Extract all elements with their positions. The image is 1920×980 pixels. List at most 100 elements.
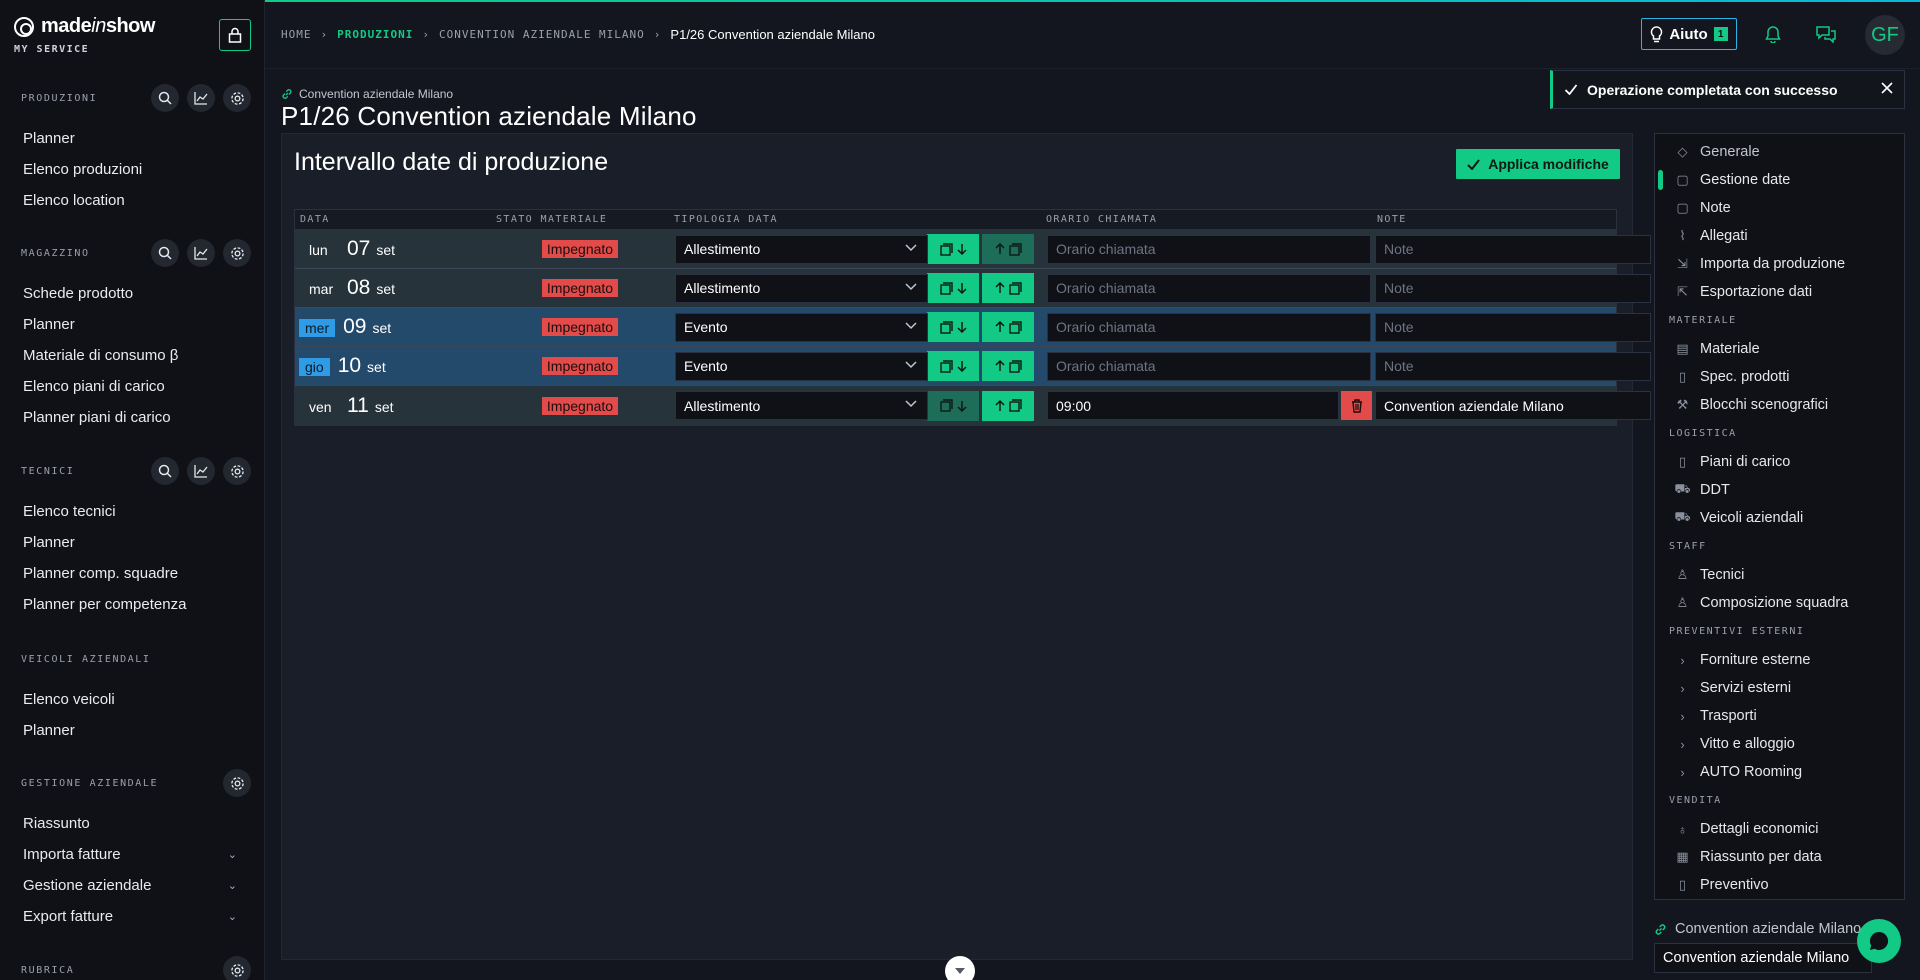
tipologia-select[interactable]: Allestimento	[675, 234, 928, 264]
nav-section-vendita: VENDITA	[1669, 795, 1722, 806]
note-input[interactable]: Note	[1375, 234, 1651, 264]
section-title: MAGAZZINO	[21, 247, 90, 259]
copy-down-button[interactable]	[927, 273, 979, 303]
nav-ddt[interactable]: ⛟ DDT	[1655, 476, 1904, 504]
nav-preventivo[interactable]: ▯ Preventivo	[1655, 871, 1904, 899]
apply-changes-button[interactable]: Applica modifiche	[1456, 149, 1620, 179]
nav-note[interactable]: ▢ Note	[1655, 194, 1904, 222]
nav-materiale[interactable]: ▤ Materiale	[1655, 335, 1904, 363]
close-icon[interactable]	[1880, 81, 1894, 95]
copy-up-button[interactable]	[982, 312, 1034, 342]
copy-down-button[interactable]	[927, 312, 979, 342]
sidebar-item-elenco-produzioni[interactable]: Elenco produzioni	[0, 154, 264, 185]
help-button[interactable]: Aiuto 1	[1641, 18, 1737, 50]
note-input[interactable]: Note	[1375, 273, 1651, 303]
note-input[interactable]: Note	[1375, 312, 1651, 342]
settings-button[interactable]	[223, 769, 251, 797]
sidebar-item-planner[interactable]: Planner	[0, 123, 264, 154]
sidebar-item-planner[interactable]: Planner	[0, 527, 264, 558]
stats-button[interactable]	[187, 84, 215, 112]
sidebar-item-importa-fatture[interactable]: Importa fatture ⌄	[0, 839, 264, 870]
breadcrumb-convention[interactable]: CONVENTION AZIENDALE MILANO	[439, 28, 645, 41]
sidebar-item-schede-prodotto[interactable]: Schede prodotto	[0, 278, 264, 309]
sidebar-item-materiale-consumo[interactable]: Materiale di consumo β	[0, 340, 264, 371]
nav-allegati[interactable]: ⌇ Allegati	[1655, 222, 1904, 250]
production-selector[interactable]: Convention aziendale Milano	[1654, 943, 1872, 973]
note-input[interactable]: Convention aziendale Milano	[1375, 391, 1651, 420]
copy-up-button[interactable]	[982, 273, 1034, 303]
tipologia-select[interactable]: Evento	[675, 351, 928, 381]
copy-icon	[1008, 359, 1022, 373]
copy-up-button[interactable]	[982, 351, 1034, 381]
orario-input[interactable]: Orario chiamata	[1047, 351, 1371, 381]
avatar[interactable]: GF	[1865, 15, 1905, 55]
settings-button[interactable]	[223, 956, 251, 980]
nav-vitto[interactable]: › Vitto e alloggio	[1655, 730, 1904, 758]
tipologia-select[interactable]: Allestimento	[675, 273, 928, 303]
nav-blocchi[interactable]: ⚒ Blocchi scenografici	[1655, 391, 1904, 419]
users-icon: ♙	[1676, 595, 1689, 610]
settings-button[interactable]	[223, 239, 251, 267]
orario-input[interactable]: Orario chiamata	[1047, 234, 1371, 264]
copy-down-button[interactable]	[927, 351, 979, 381]
copy-down-button[interactable]	[927, 234, 979, 264]
sidebar-item-planner-squadre[interactable]: Planner comp. squadre	[0, 558, 264, 589]
nav-gestione-date[interactable]: ▢ Gestione date	[1655, 166, 1904, 194]
note-input[interactable]: Note	[1375, 351, 1651, 381]
nav-forniture[interactable]: › Forniture esterne	[1655, 646, 1904, 674]
messages-button[interactable]	[1814, 22, 1838, 46]
nav-spec-prodotti[interactable]: ▯ Spec. prodotti	[1655, 363, 1904, 391]
nav-riassunto-data[interactable]: ▦ Riassunto per data	[1655, 843, 1904, 871]
sidebar-item-planner[interactable]: Planner	[0, 715, 264, 746]
chevron-down-icon	[905, 243, 917, 251]
tipologia-select[interactable]: Allestimento	[675, 391, 928, 420]
nav-tecnici[interactable]: ♙ Tecnici	[1655, 561, 1904, 589]
sidebar-item-elenco-tecnici[interactable]: Elenco tecnici	[0, 496, 264, 527]
sidebar-item-planner[interactable]: Planner	[0, 309, 264, 340]
settings-button[interactable]	[223, 457, 251, 485]
breadcrumb-home[interactable]: HOME	[281, 28, 312, 41]
sidebar-item-elenco-veicoli[interactable]: Elenco veicoli	[0, 684, 264, 715]
search-button[interactable]	[151, 239, 179, 267]
settings-button[interactable]	[223, 84, 251, 112]
logo[interactable]: madeinshow	[14, 15, 155, 38]
sidebar-item-gestione-aziendale[interactable]: Gestione aziendale ⌄	[0, 870, 264, 901]
delete-orario-button[interactable]	[1341, 391, 1372, 420]
sidebar-item-piani-carico[interactable]: Elenco piani di carico	[0, 371, 264, 402]
chat-support-button[interactable]	[1857, 919, 1901, 963]
nav-generale[interactable]: ◇ Generale	[1655, 138, 1904, 166]
sidebar-item-export-fatture[interactable]: Export fatture ⌄	[0, 901, 264, 932]
nav-auto-rooming[interactable]: › AUTO Rooming	[1655, 758, 1904, 786]
stats-button[interactable]	[187, 457, 215, 485]
notifications-button[interactable]	[1761, 22, 1785, 46]
sidebar-item-riassunto[interactable]: Riassunto	[0, 808, 264, 839]
search-button[interactable]	[151, 84, 179, 112]
sidebar-item-planner-piani-carico[interactable]: Planner piani di carico	[0, 402, 264, 433]
breadcrumb-produzioni[interactable]: PRODUZIONI	[337, 28, 413, 41]
nav-veicoli[interactable]: ⛟ Veicoli aziendali	[1655, 504, 1904, 532]
copy-up-button[interactable]	[982, 390, 1034, 421]
tipologia-select[interactable]: Evento	[675, 312, 928, 342]
orario-input[interactable]: Orario chiamata	[1047, 273, 1371, 303]
copy-down-button[interactable]	[927, 390, 979, 421]
nav-piani-carico[interactable]: ▯ Piani di carico	[1655, 448, 1904, 476]
copy-up-button[interactable]	[982, 234, 1034, 264]
related-link[interactable]: Convention aziendale Milano	[1654, 921, 1861, 937]
stats-button[interactable]	[187, 239, 215, 267]
sidebar-item-elenco-location[interactable]: Elenco location	[0, 185, 264, 216]
orario-input[interactable]: Orario chiamata	[1047, 312, 1371, 342]
nav-importa[interactable]: ⇲ Importa da produzione	[1655, 250, 1904, 278]
parent-link[interactable]: Convention aziendale Milano	[281, 87, 453, 101]
nav-servizi[interactable]: › Servizi esterni	[1655, 674, 1904, 702]
table-row: gio 10 set Impegnato Evento Orario chiam…	[295, 347, 1651, 386]
nav-composizione[interactable]: ♙ Composizione squadra	[1655, 589, 1904, 617]
lock-button[interactable]	[219, 19, 251, 51]
scroll-down-button[interactable]	[945, 956, 975, 980]
nav-dettagli-economici[interactable]: ♁ Dettagli economici	[1655, 815, 1904, 843]
help-label: Aiuto	[1669, 25, 1708, 43]
orario-input[interactable]: 09:00	[1047, 391, 1339, 420]
sidebar-item-planner-competenza[interactable]: Planner per competenza	[0, 589, 264, 620]
nav-trasporti[interactable]: › Trasporti	[1655, 702, 1904, 730]
search-button[interactable]	[151, 457, 179, 485]
nav-esportazione[interactable]: ⇱ Esportazione dati	[1655, 278, 1904, 306]
